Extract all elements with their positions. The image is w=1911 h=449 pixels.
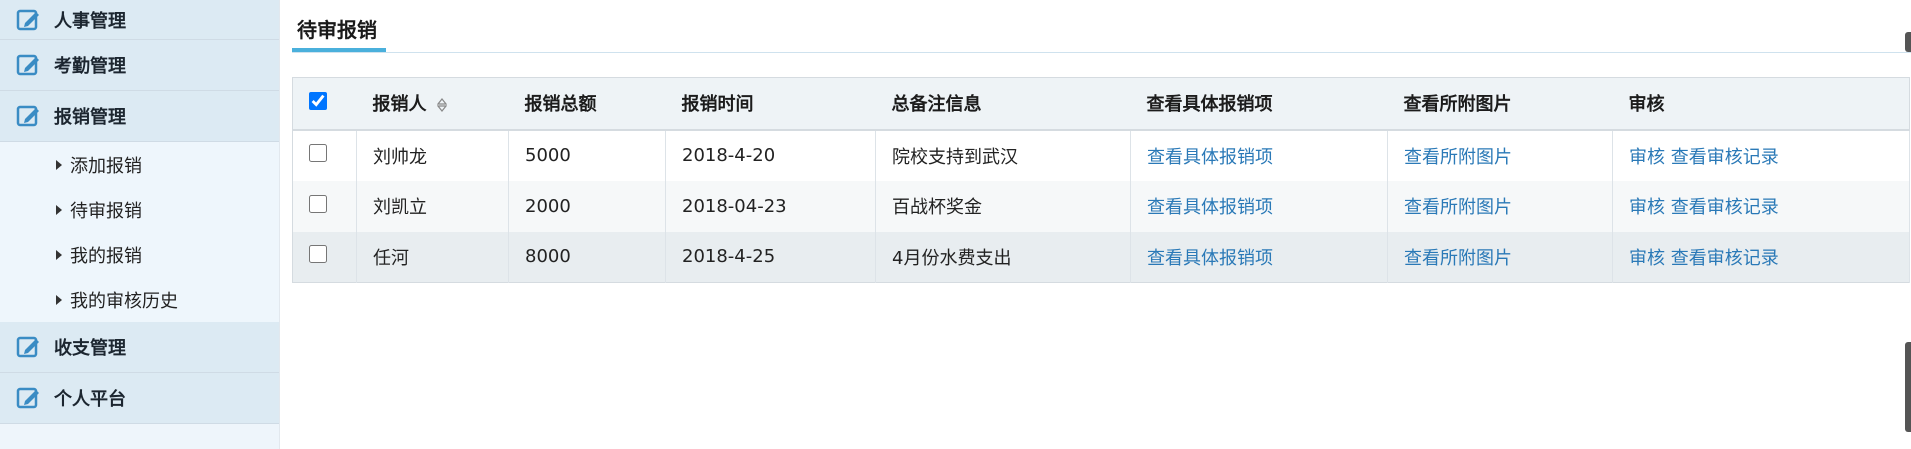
- cell-audit: 审核 查看审核记录: [1612, 180, 1910, 232]
- sidebar-group-label: 个人平台: [54, 389, 126, 410]
- cell-detail: 查看具体报销项: [1130, 231, 1388, 283]
- select-all-cell: [292, 77, 357, 131]
- reimbursement-table: 报销人 报销总额 报销时间 总备注信息 查看具体报销项 查看所附图片 审核 刘帅…: [292, 77, 1910, 283]
- sidebar-item-label: 我的报销: [70, 245, 142, 267]
- audit-history-link[interactable]: 查看审核记录: [1671, 147, 1779, 168]
- view-detail-link[interactable]: 查看具体报销项: [1147, 248, 1273, 269]
- view-image-link[interactable]: 查看所附图片: [1404, 197, 1512, 218]
- select-all-checkbox[interactable]: [309, 91, 327, 110]
- row-checkbox[interactable]: [309, 144, 327, 162]
- column-header-date: 报销时间: [665, 77, 876, 131]
- table-row: 刘凯立 2000 2018-04-23 百战杯奖金 查看具体报销项 查看所附图片…: [292, 180, 1910, 232]
- sidebar-group-label: 报销管理: [54, 107, 126, 128]
- sidebar-group-hr[interactable]: 人事管理: [0, 0, 279, 40]
- sidebar-group-attendance[interactable]: 考勤管理: [0, 40, 279, 91]
- caret-right-icon: [56, 159, 62, 170]
- edit-icon: [16, 387, 39, 409]
- view-image-link[interactable]: 查看所附图片: [1404, 248, 1512, 269]
- scrollbar-thumb[interactable]: [1905, 342, 1911, 432]
- table-header-row: 报销人 报销总额 报销时间 总备注信息 查看具体报销项 查看所附图片 审核: [292, 77, 1910, 131]
- column-header-label: 报销人: [372, 94, 427, 116]
- audit-link[interactable]: 审核: [1629, 197, 1665, 218]
- cell-note: 4月份水费支出: [875, 231, 1131, 283]
- sort-icon[interactable]: [436, 98, 447, 113]
- column-header-applicant[interactable]: 报销人: [356, 77, 509, 131]
- view-detail-link[interactable]: 查看具体报销项: [1147, 147, 1273, 168]
- cell-date: 2018-4-25: [665, 231, 876, 283]
- cell-image: 查看所附图片: [1387, 231, 1613, 283]
- column-header-amount: 报销总额: [508, 77, 666, 131]
- sidebar-item-add-reimbursement[interactable]: 添加报销: [0, 142, 279, 187]
- column-header-detail: 查看具体报销项: [1130, 77, 1388, 131]
- cell-detail: 查看具体报销项: [1130, 129, 1388, 181]
- reimbursement-submenu: 添加报销 待审报销 我的报销 我的审核历史: [0, 142, 279, 322]
- sidebar-group-reimbursement[interactable]: 报销管理: [0, 91, 279, 142]
- row-checkbox[interactable]: [309, 194, 327, 213]
- audit-history-link[interactable]: 查看审核记录: [1671, 248, 1779, 269]
- caret-right-icon: [56, 294, 62, 305]
- table-row: 任河 8000 2018-4-25 4月份水费支出 查看具体报销项 查看所附图片…: [292, 231, 1910, 283]
- main-content: 待审报销 报销人 报销总额 报销时间 总备注信息 查看具体报销项 查看所附图片 …: [280, 0, 1911, 449]
- tab-divider: [292, 52, 1911, 53]
- sidebar-group-label: 收支管理: [54, 338, 126, 359]
- column-header-image: 查看所附图片: [1387, 77, 1613, 131]
- tab-pending-reimbursement[interactable]: 待审报销: [292, 10, 382, 51]
- column-header-audit: 审核: [1612, 77, 1910, 131]
- audit-link[interactable]: 审核: [1629, 248, 1665, 269]
- cell-applicant: 刘凯立: [356, 180, 509, 232]
- cell-applicant: 任河: [356, 231, 509, 283]
- scrollbar-thumb[interactable]: [1905, 32, 1911, 52]
- cell-audit: 审核 查看审核记录: [1612, 231, 1910, 283]
- sidebar-item-pending-reimbursement[interactable]: 待审报销: [0, 187, 279, 232]
- cell-audit: 审核 查看审核记录: [1612, 129, 1910, 181]
- view-detail-link[interactable]: 查看具体报销项: [1147, 197, 1273, 218]
- audit-history-link[interactable]: 查看审核记录: [1671, 197, 1779, 218]
- cell-amount: 2000: [508, 180, 666, 232]
- row-select-cell: [292, 231, 357, 283]
- sidebar-item-label: 待审报销: [70, 200, 142, 222]
- cell-date: 2018-4-20: [665, 129, 876, 181]
- sidebar-group-personal[interactable]: 个人平台: [0, 373, 279, 424]
- row-select-cell: [292, 129, 357, 181]
- sidebar: 人事管理 考勤管理 报销管理 添加报销 待审报销 我的报销 我的审核历史 收支管…: [0, 0, 280, 449]
- edit-icon: [16, 105, 39, 127]
- cell-image: 查看所附图片: [1387, 129, 1613, 181]
- row-select-cell: [292, 180, 357, 232]
- sidebar-item-label: 我的审核历史: [70, 290, 178, 312]
- row-checkbox[interactable]: [309, 245, 327, 264]
- sidebar-group-label: 考勤管理: [54, 56, 126, 77]
- view-image-link[interactable]: 查看所附图片: [1404, 147, 1512, 168]
- cell-note: 百战杯奖金: [875, 180, 1131, 232]
- edit-icon: [16, 9, 39, 30]
- cell-date: 2018-04-23: [665, 180, 876, 232]
- sidebar-item-label: 添加报销: [70, 155, 142, 177]
- table-row: 刘帅龙 5000 2018-4-20 院校支持到武汉 查看具体报销项 查看所附图…: [292, 129, 1910, 181]
- cell-applicant: 刘帅龙: [356, 129, 509, 181]
- edit-icon: [16, 336, 39, 358]
- cell-amount: 8000: [508, 231, 666, 283]
- cell-note: 院校支持到武汉: [875, 129, 1131, 181]
- cell-image: 查看所附图片: [1387, 180, 1613, 232]
- cell-amount: 5000: [508, 129, 666, 181]
- caret-right-icon: [56, 204, 62, 215]
- sidebar-group-finance[interactable]: 收支管理: [0, 322, 279, 373]
- sidebar-item-my-reimbursement[interactable]: 我的报销: [0, 232, 279, 277]
- sidebar-group-label: 人事管理: [54, 10, 126, 32]
- audit-link[interactable]: 审核: [1629, 147, 1665, 168]
- edit-icon: [16, 54, 39, 76]
- column-header-note: 总备注信息: [875, 77, 1131, 131]
- caret-right-icon: [56, 249, 62, 260]
- sidebar-item-audit-history[interactable]: 我的审核历史: [0, 277, 279, 322]
- cell-detail: 查看具体报销项: [1130, 180, 1388, 232]
